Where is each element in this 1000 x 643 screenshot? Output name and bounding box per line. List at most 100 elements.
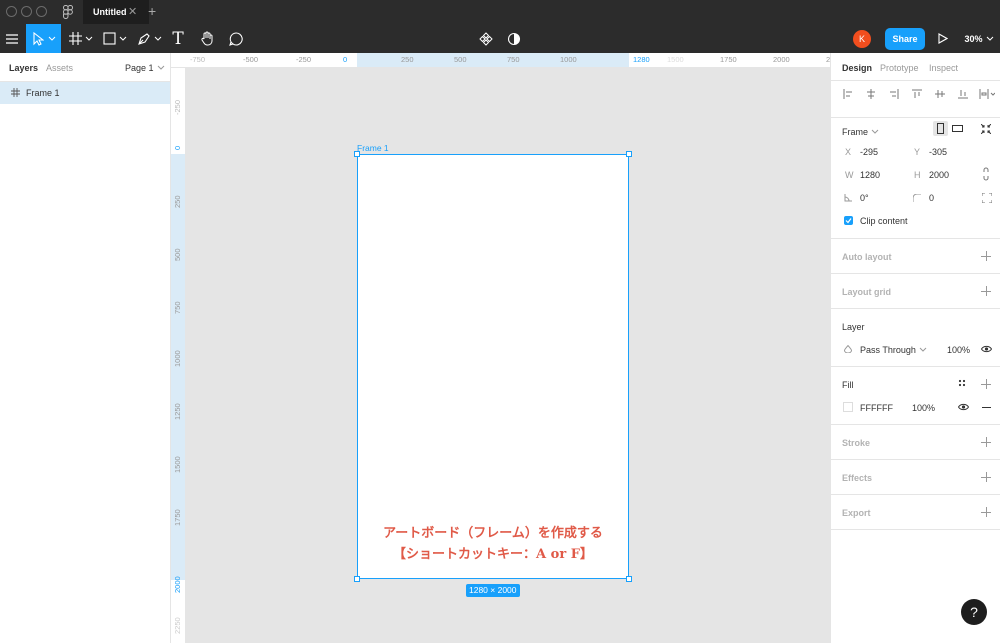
portrait-button[interactable] (933, 121, 948, 136)
fill-visibility-eye-icon[interactable] (958, 403, 969, 411)
corner-radius-input[interactable]: 0 (929, 193, 934, 203)
shape-tool-button[interactable] (100, 24, 130, 53)
constrain-proportions-icon[interactable] (982, 167, 990, 181)
help-button[interactable]: ? (961, 599, 987, 625)
present-icon[interactable] (936, 24, 950, 53)
tab-assets[interactable]: Assets (46, 63, 73, 73)
frame-1[interactable]: アートボード（フレーム）を作成する 【ショートカットキー：A or F】 (357, 154, 629, 579)
ruler-tick-label: 1750 (173, 509, 182, 526)
rectangle-icon (103, 32, 116, 45)
align-bottom-icon[interactable] (958, 89, 968, 99)
ruler-tick-label: 1280 (633, 55, 650, 64)
ruler-tick-label: 1000 (560, 55, 577, 64)
align-horizontal-center-icon[interactable] (866, 89, 876, 99)
file-tab[interactable]: Untitled ✕ (83, 0, 149, 24)
ruler-tick-label: 0 (173, 145, 182, 150)
annotation-line-2: 【ショートカットキー：A or F】 (393, 547, 593, 562)
close-window-button[interactable] (6, 6, 17, 17)
maximize-window-button[interactable] (36, 6, 47, 17)
frame-tool-button[interactable] (66, 24, 96, 53)
resize-handle-bottom-right[interactable] (626, 576, 632, 582)
independent-corners-icon[interactable] (982, 193, 992, 203)
x-input[interactable]: -295 (860, 147, 878, 157)
ruler-tick-label: 0 (343, 55, 348, 64)
landscape-icon[interactable] (952, 125, 963, 132)
blend-mode-dropdown[interactable]: Pass Through (860, 345, 927, 355)
mask-icon[interactable] (506, 24, 522, 53)
user-avatar[interactable]: K (853, 24, 871, 53)
layer-row-frame-1[interactable]: Frame 1 (0, 82, 170, 104)
new-tab-icon[interactable]: + (148, 3, 156, 19)
comment-tool-icon[interactable] (226, 24, 246, 53)
frame-section: Frame X -295 Y -305 W 1280 H 2000 0° 0 C… (831, 117, 1000, 238)
share-button[interactable]: Share (885, 27, 925, 50)
align-vertical-center-icon[interactable] (935, 89, 945, 99)
size-badge: 1280 × 2000 (466, 584, 520, 597)
chevron-down-icon (871, 129, 879, 134)
figma-logo-icon[interactable] (63, 5, 73, 21)
auto-layout-section: Auto layout (831, 238, 1000, 273)
move-tool-button[interactable] (26, 24, 61, 53)
remove-fill-icon[interactable] (982, 407, 991, 408)
tab-layers[interactable]: Layers (9, 63, 38, 73)
layout-grid-section: Layout grid (831, 273, 1000, 308)
tab-design[interactable]: Design (842, 63, 872, 73)
align-right-icon[interactable] (889, 89, 899, 99)
pen-tool-button[interactable] (134, 24, 164, 53)
visibility-eye-icon[interactable] (981, 345, 992, 353)
chevron-down-icon (919, 347, 927, 352)
effects-title: Effects (842, 473, 873, 483)
resize-handle-bottom-left[interactable] (354, 576, 360, 582)
page-selector-label: Page 1 (125, 63, 154, 73)
distribute-icon[interactable] (979, 89, 995, 99)
pen-icon (137, 32, 150, 45)
tab-inspect[interactable]: Inspect (929, 63, 958, 73)
add-stroke-icon[interactable] (981, 437, 991, 447)
rotation-input[interactable]: 0° (860, 193, 869, 203)
text-tool-icon[interactable]: T (168, 24, 188, 53)
align-top-icon[interactable] (912, 89, 922, 99)
w-input[interactable]: 1280 (860, 170, 880, 180)
ruler-tick-label: 2250 (173, 617, 182, 634)
layer-opacity-input[interactable]: 100% (947, 345, 970, 355)
fill-color-swatch[interactable] (843, 402, 853, 412)
fill-section-title: Fill (842, 380, 854, 390)
fill-opacity-input[interactable]: 100% (912, 403, 935, 413)
y-label: Y (914, 147, 921, 157)
portrait-icon (937, 123, 944, 134)
resize-handle-top-right[interactable] (626, 151, 632, 157)
main-menu-icon[interactable] (0, 24, 24, 53)
page-selector[interactable]: Page 1 (125, 63, 165, 73)
share-button-wrap: Share (885, 24, 925, 53)
canvas[interactable]: Frame 1 アートボード（フレーム）を作成する 【ショートカットキー：A o… (186, 68, 830, 643)
close-tab-icon[interactable]: ✕ (128, 5, 137, 18)
blend-mode-icon (844, 345, 852, 353)
h-input[interactable]: 2000 (929, 170, 949, 180)
resize-to-fit-icon[interactable] (981, 124, 991, 134)
add-fill-icon[interactable] (981, 379, 991, 389)
add-export-icon[interactable] (981, 507, 991, 517)
frame-label[interactable]: Frame 1 (357, 143, 389, 153)
corner-radius-icon (913, 194, 921, 202)
layer-section: Layer Pass Through 100% (831, 308, 1000, 366)
component-icon[interactable] (478, 24, 494, 53)
zoom-dropdown[interactable]: 30% (962, 24, 996, 53)
add-layout-grid-icon[interactable] (981, 286, 991, 296)
frame-type-dropdown[interactable]: Frame (842, 127, 879, 137)
clip-content-checkbox[interactable] (844, 216, 853, 225)
y-input[interactable]: -305 (929, 147, 947, 157)
ruler-tick-label: 1250 (173, 403, 182, 420)
add-auto-layout-icon[interactable] (981, 251, 991, 261)
hand-tool-icon[interactable] (196, 24, 218, 53)
fill-section: Fill FFFFFF 100% (831, 366, 1000, 424)
style-grid-icon[interactable] (958, 379, 966, 387)
fill-hex-input[interactable]: FFFFFF (860, 403, 893, 413)
add-effect-icon[interactable] (981, 472, 991, 482)
align-left-icon[interactable] (843, 89, 853, 99)
tab-prototype[interactable]: Prototype (880, 63, 919, 73)
ruler-tick-label: -750 (190, 55, 206, 64)
ruler-tick-label: 1750 (720, 55, 737, 64)
minimize-window-button[interactable] (21, 6, 32, 17)
chevron-down-icon (119, 36, 127, 41)
resize-handle-top-left[interactable] (354, 151, 360, 157)
